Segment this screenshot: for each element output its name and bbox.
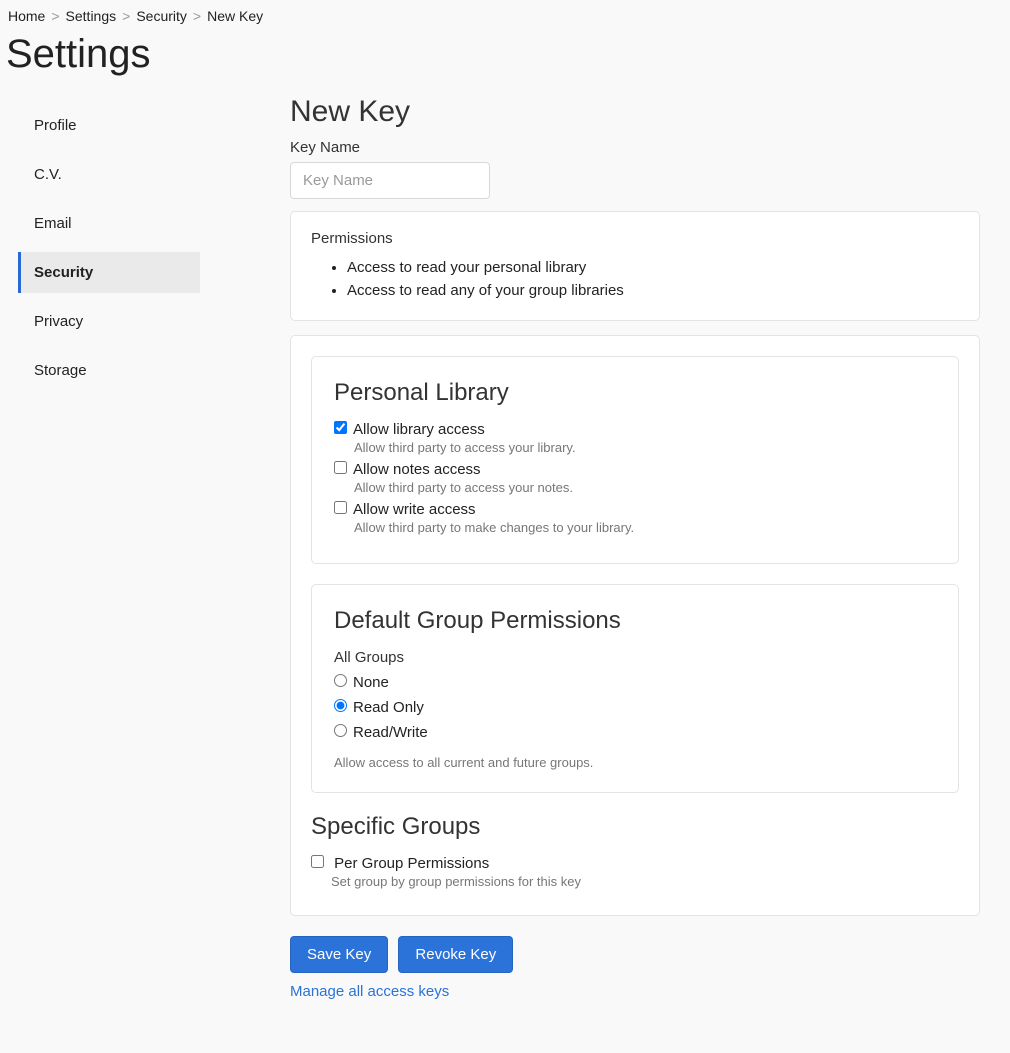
- allow-library-access-hint: Allow third party to access your library…: [354, 440, 936, 455]
- sidebar-item-profile[interactable]: Profile: [18, 105, 200, 146]
- specific-groups-title: Specific Groups: [311, 813, 959, 841]
- sidebar-item-privacy[interactable]: Privacy: [18, 301, 200, 342]
- breadcrumb: Home > Settings > Security > New Key: [0, 0, 1010, 28]
- sidebar-item-storage[interactable]: Storage: [18, 350, 200, 391]
- breadcrumb-item[interactable]: Security: [136, 8, 187, 24]
- permissions-editor-card: Personal Library Allow library access All…: [290, 335, 980, 916]
- group-perm-read-only-label[interactable]: Read Only: [353, 699, 424, 716]
- section-title-new-key: New Key: [290, 95, 980, 129]
- page-title: Settings: [6, 32, 1010, 77]
- settings-sidebar: Profile C.V. Email Security Privacy Storage: [0, 95, 200, 399]
- sidebar-item-c-v-[interactable]: C.V.: [18, 154, 200, 195]
- default-group-card: Default Group Permissions All Groups Non…: [311, 584, 959, 793]
- personal-library-card: Personal Library Allow library access All…: [311, 356, 959, 564]
- specific-groups-section: Specific Groups Per Group Permissions Se…: [311, 813, 959, 889]
- allow-notes-access-label[interactable]: Allow notes access: [353, 461, 481, 478]
- group-perm-read-only-radio[interactable]: [334, 699, 347, 712]
- default-group-note: Allow access to all current and future g…: [334, 755, 936, 770]
- key-name-input[interactable]: [290, 162, 490, 199]
- revoke-key-button[interactable]: Revoke Key: [398, 936, 513, 973]
- form-actions: Save Key Revoke Key Manage all access ke…: [290, 936, 980, 1000]
- sidebar-item-email[interactable]: Email: [18, 203, 200, 244]
- allow-notes-access-checkbox[interactable]: [334, 461, 347, 474]
- group-perm-none-label[interactable]: None: [353, 674, 389, 691]
- main-content: New Key Key Name Permissions Access to r…: [200, 95, 1010, 1030]
- sidebar-item-security[interactable]: Security: [18, 252, 200, 293]
- manage-keys-link[interactable]: Manage all access keys: [290, 983, 980, 1000]
- per-group-permissions-checkbox[interactable]: [311, 855, 324, 868]
- breadcrumb-item[interactable]: Settings: [66, 8, 117, 24]
- chevron-right-icon: >: [51, 8, 59, 24]
- breadcrumb-item[interactable]: Home: [8, 8, 45, 24]
- per-group-permissions-label[interactable]: Per Group Permissions: [334, 855, 489, 872]
- key-name-label: Key Name: [290, 139, 980, 156]
- group-perm-none-radio[interactable]: [334, 674, 347, 687]
- save-key-button[interactable]: Save Key: [290, 936, 388, 973]
- default-group-title: Default Group Permissions: [334, 607, 936, 635]
- allow-write-access-label[interactable]: Allow write access: [353, 501, 476, 518]
- chevron-right-icon: >: [193, 8, 201, 24]
- chevron-right-icon: >: [122, 8, 130, 24]
- permissions-heading: Permissions: [311, 230, 959, 247]
- group-perm-read-write-radio[interactable]: [334, 724, 347, 737]
- allow-notes-access-hint: Allow third party to access your notes.: [354, 480, 936, 495]
- allow-write-access-hint: Allow third party to make changes to you…: [354, 520, 936, 535]
- personal-library-title: Personal Library: [334, 379, 936, 407]
- breadcrumb-item: New Key: [207, 8, 263, 24]
- allow-write-access-checkbox[interactable]: [334, 501, 347, 514]
- group-perm-read-write-label[interactable]: Read/Write: [353, 724, 428, 741]
- permission-item: Access to read any of your group librari…: [347, 280, 959, 303]
- permission-item: Access to read your personal library: [347, 257, 959, 280]
- allow-library-access-label[interactable]: Allow library access: [353, 421, 485, 438]
- allow-library-access-checkbox[interactable]: [334, 421, 347, 434]
- permissions-list: Access to read your personal libraryAcce…: [311, 257, 959, 302]
- per-group-permissions-hint: Set group by group permissions for this …: [331, 874, 959, 889]
- permissions-summary-card: Permissions Access to read your personal…: [290, 211, 980, 321]
- default-group-subhead: All Groups: [334, 649, 936, 666]
